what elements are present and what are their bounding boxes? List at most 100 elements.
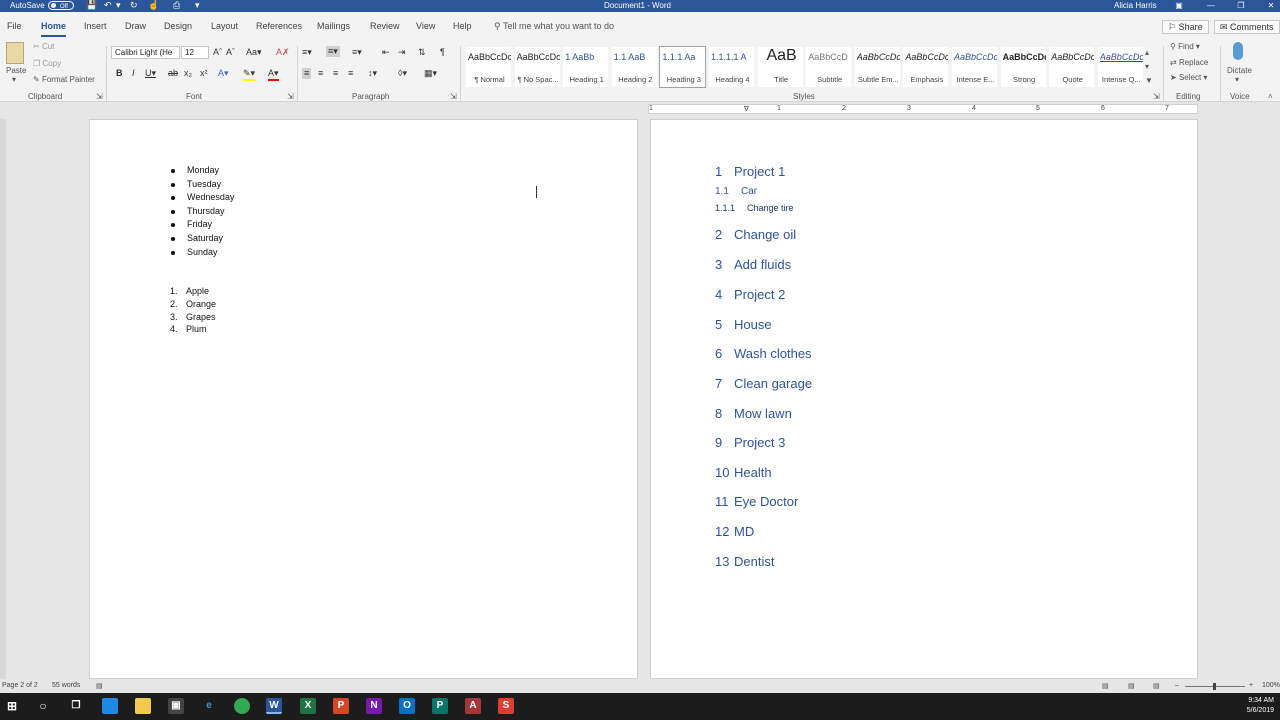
style-tile[interactable]: 1 AaBb Heading 1 <box>562 46 610 88</box>
customize-qat-icon[interactable]: ▾ <box>195 0 200 11</box>
dialog-launcher-icon[interactable]: ⇲ <box>96 92 103 101</box>
zoom-level[interactable]: 100% <box>1262 682 1280 689</box>
styles-more-icon[interactable]: ▼ <box>1145 76 1153 85</box>
change-case-icon[interactable]: Aa▾ <box>246 47 262 58</box>
web-layout-icon[interactable]: ▤ <box>1153 682 1160 690</box>
word-count[interactable]: 55 words <box>52 682 80 689</box>
shading-icon[interactable]: ◊▾ <box>398 68 407 79</box>
print-layout-icon[interactable]: ▤ <box>1128 682 1135 690</box>
style-tile[interactable]: AaBbCcDc Quote <box>1048 46 1096 88</box>
share-button[interactable]: ⚐ Share <box>1162 20 1209 34</box>
indent-marker-icon[interactable]: ∇ <box>744 106 749 114</box>
outlook-icon[interactable]: O <box>399 698 415 714</box>
style-tile[interactable]: 1.1.1 Aa Heading 3 <box>659 46 707 88</box>
select-button[interactable]: ➤ Select ▾ <box>1170 73 1207 82</box>
replace-button[interactable]: ⇄ Replace <box>1170 58 1208 67</box>
font-name-box[interactable]: Calibri Light (He <box>111 46 180 59</box>
format-painter-button[interactable]: ✎ Format Painter <box>33 75 95 84</box>
find-button[interactable]: ⚲ Find ▾ <box>1170 42 1200 51</box>
undo-icon[interactable]: ↶ <box>104 0 112 11</box>
zoom-out-icon[interactable]: – <box>1175 682 1179 689</box>
save-icon[interactable]: 💾 <box>86 0 97 11</box>
ribbon-display-icon[interactable]: ▣ <box>1170 0 1188 11</box>
horizontal-ruler[interactable]: 1 1 2 3 4 5 6 7 ∇ <box>648 104 1198 114</box>
paste-dropdown-icon[interactable]: ▾ <box>12 75 16 84</box>
page-1[interactable]: Monday Tuesday Wednesday Thursday Friday Satu… <box>89 119 638 679</box>
tab-file[interactable]: File <box>7 21 22 31</box>
font-dialog-launcher-icon[interactable]: ⇲ <box>287 92 294 101</box>
restore-icon[interactable]: ❐ <box>1232 0 1250 11</box>
tab-help[interactable]: Help <box>453 21 472 31</box>
style-tile[interactable]: AaBbCcDc Intense Q... <box>1096 46 1144 88</box>
access-icon[interactable]: A <box>465 698 481 714</box>
close-icon[interactable]: ✕ <box>1262 0 1280 11</box>
style-tile[interactable]: AaBbCcDc ¶ Normal <box>465 46 512 88</box>
tab-mailings[interactable]: Mailings <box>317 21 350 31</box>
undo-dropdown-icon[interactable]: ▾ <box>116 0 121 11</box>
zoom-in-icon[interactable]: + <box>1249 682 1253 689</box>
user-name[interactable]: Alicia Harris <box>1114 1 1157 11</box>
cut-button[interactable]: ✂ Cut <box>33 42 54 51</box>
tab-review[interactable]: Review <box>370 21 400 31</box>
collapse-ribbon-icon[interactable]: ˄ <box>1268 92 1273 101</box>
chrome-icon[interactable] <box>234 698 250 714</box>
borders-icon[interactable]: ▦▾ <box>424 68 437 79</box>
justify-icon[interactable]: ≡ <box>348 68 353 79</box>
text-effects-icon[interactable]: A▾ <box>218 68 229 79</box>
copy-button[interactable]: ❐ Copy <box>33 59 61 68</box>
styles-dialog-launcher-icon[interactable]: ⇲ <box>1153 92 1160 101</box>
comments-button[interactable]: ✉ Comments <box>1214 20 1280 34</box>
autosave-toggle[interactable]: Off <box>48 1 74 10</box>
windows-start-icon[interactable]: ⊞ <box>4 698 20 714</box>
vertical-ruler[interactable] <box>0 119 6 679</box>
dictate-button[interactable]: Dictate <box>1227 66 1252 75</box>
style-tile[interactable]: AaBbCcDc Intense E... <box>951 46 998 88</box>
style-tile[interactable]: AaBbCcDc Strong <box>999 46 1047 88</box>
style-tile[interactable]: 1.1.1.1 A Heading 4 <box>708 46 755 88</box>
superscript-icon[interactable]: x² <box>200 68 208 79</box>
tab-home[interactable]: Home <box>41 21 67 37</box>
highlight-icon[interactable]: ✎▾ <box>243 68 256 81</box>
shrink-font-icon[interactable]: Aˇ <box>226 47 235 58</box>
zoom-slider-thumb[interactable] <box>1213 683 1216 690</box>
grow-font-icon[interactable]: Aˆ <box>213 47 222 58</box>
dictate-dropdown-icon[interactable]: ▾ <box>1235 75 1239 84</box>
publisher-icon[interactable]: P <box>432 698 448 714</box>
proofing-icon[interactable]: ▤ <box>96 682 103 690</box>
strikethrough-icon[interactable]: ab <box>168 68 178 79</box>
onenote-icon[interactable]: N <box>366 698 382 714</box>
bullets-icon[interactable]: ≡▾ <box>302 47 312 58</box>
touch-mode-icon[interactable]: ☝ <box>148 0 159 11</box>
tell-me-box[interactable]: ⚲ Tell me what you want to do <box>494 21 614 32</box>
style-tile[interactable]: 1.1 AaB Heading 2 <box>610 46 658 88</box>
styles-scroll-down-icon[interactable]: ▾ <box>1145 62 1149 71</box>
style-tile[interactable]: AaB Title <box>756 46 804 88</box>
paragraph-dialog-launcher-icon[interactable]: ⇲ <box>450 92 457 101</box>
multilevel-list-icon[interactable]: ≡▾ <box>352 47 362 58</box>
print-preview-icon[interactable]: ⎙ <box>173 0 180 11</box>
style-tile[interactable]: AaBbCcDc ¶ No Spac... <box>513 46 561 88</box>
align-right-icon[interactable]: ≡ <box>333 68 338 79</box>
style-tile[interactable]: AaBbCcDc Emphasis <box>902 46 950 88</box>
tab-layout[interactable]: Layout <box>211 21 238 31</box>
paste-icon[interactable] <box>6 42 24 64</box>
show-formatting-icon[interactable]: ¶ <box>440 47 445 58</box>
microphone-icon[interactable] <box>1233 42 1243 60</box>
styles-scroll-up-icon[interactable]: ▴ <box>1145 48 1149 57</box>
minimize-icon[interactable]: — <box>1202 0 1220 11</box>
italic-icon[interactable]: I <box>132 68 135 79</box>
snagit-icon[interactable]: S <box>498 698 514 714</box>
sort-icon[interactable]: ⇅ <box>418 47 426 58</box>
system-clock[interactable]: 9:34 AM 5/6/2019 <box>1247 696 1274 716</box>
line-spacing-icon[interactable]: ↕▾ <box>368 68 377 79</box>
increase-indent-icon[interactable]: ⇥ <box>398 47 406 58</box>
subscript-icon[interactable]: x₂ <box>184 68 192 79</box>
bold-icon[interactable]: B <box>116 68 123 79</box>
powerpoint-icon[interactable]: P <box>333 698 349 714</box>
align-left-icon[interactable]: ≡ <box>302 68 312 79</box>
style-tile[interactable]: AaBbCcD Subtitle <box>805 46 853 88</box>
numbering-icon[interactable]: ≡▾ <box>326 46 340 57</box>
clear-formatting-icon[interactable]: A✗ <box>276 47 290 58</box>
align-center-icon[interactable]: ≡ <box>318 68 323 79</box>
style-tile[interactable]: AaBbCcDc Subtle Em... <box>853 46 901 88</box>
